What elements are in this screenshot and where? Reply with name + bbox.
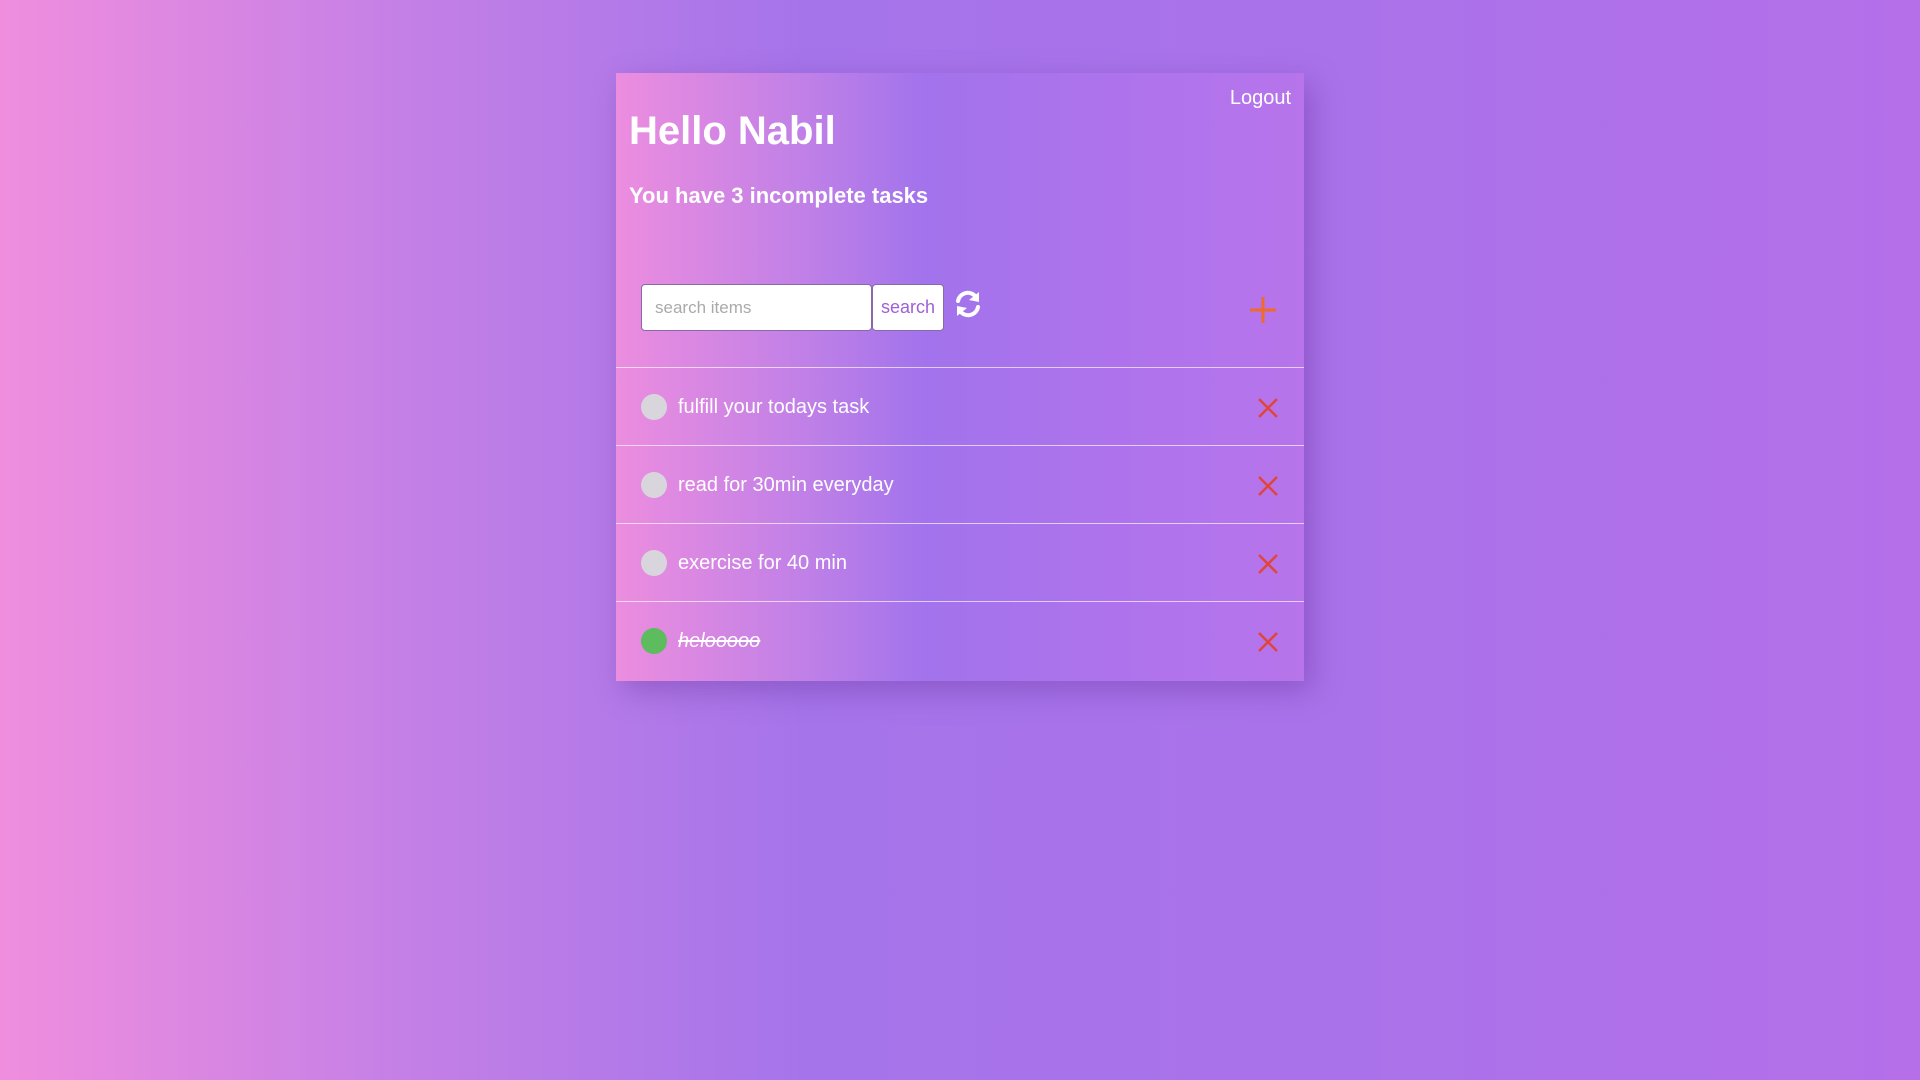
greeting-title: Hello Nabil (629, 109, 836, 153)
task-checkbox-checked[interactable] (641, 628, 667, 654)
delete-icon[interactable] (1257, 631, 1279, 653)
refresh-icon[interactable] (953, 289, 983, 319)
search-button[interactable]: search (872, 284, 944, 331)
task-item: exercise for 40 min (616, 523, 1304, 601)
todo-card: Logout Hello Nabil You have 3 incomplete… (616, 73, 1304, 681)
task-text-completed: helooooo (678, 630, 761, 652)
search-input[interactable] (641, 284, 872, 331)
toolbar: search (641, 284, 1279, 331)
delete-icon[interactable] (1257, 397, 1279, 419)
incomplete-count-subtitle: You have 3 incomplete tasks (629, 183, 929, 208)
task-checkbox[interactable] (641, 472, 667, 498)
task-checkbox[interactable] (641, 394, 667, 420)
task-text: read for 30min everyday (678, 474, 894, 496)
task-item: fulfill your todays task (616, 367, 1304, 445)
plus-icon[interactable] (1247, 294, 1279, 326)
task-item: helooooo (616, 601, 1304, 679)
task-checkbox[interactable] (641, 550, 667, 576)
logout-link[interactable]: Logout (1230, 87, 1291, 110)
task-text: exercise for 40 min (678, 552, 847, 574)
task-list: fulfill your todays task read for 30min … (616, 367, 1304, 679)
task-item: read for 30min everyday (616, 445, 1304, 523)
delete-icon[interactable] (1257, 553, 1279, 575)
task-text: fulfill your todays task (678, 396, 870, 418)
delete-icon[interactable] (1257, 475, 1279, 497)
